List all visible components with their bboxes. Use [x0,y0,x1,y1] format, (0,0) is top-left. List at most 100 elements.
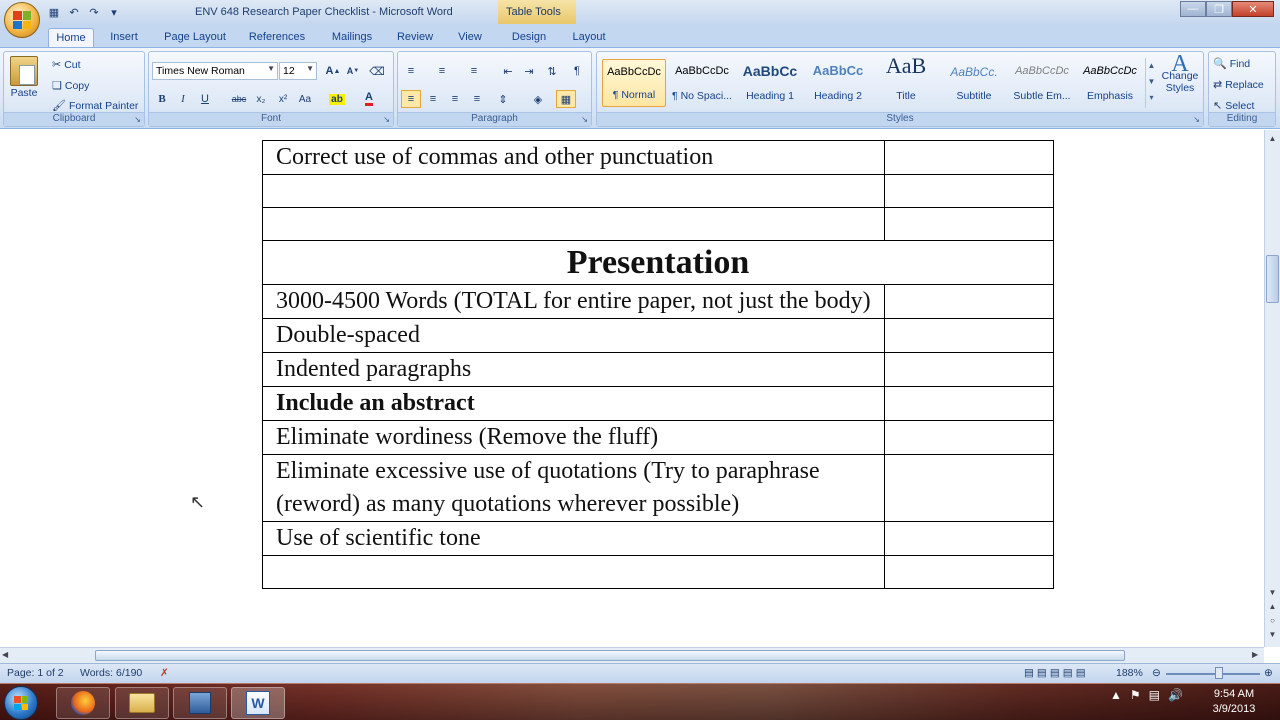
taskbar-explorer[interactable] [115,687,169,719]
web-layout-icon[interactable]: ▤ [1050,667,1060,679]
font-size-combo[interactable]: 12 ▼ [279,62,317,80]
checklist-check-cell[interactable] [884,318,1054,353]
replace-button[interactable]: ⇄ Replace [1213,78,1264,92]
scroll-right-icon[interactable]: ▶ [1252,650,1258,659]
tab-mailings[interactable]: Mailings [325,28,379,48]
zoom-slider-thumb[interactable] [1215,667,1223,679]
tab-references[interactable]: References [245,28,309,48]
checklist-item-text[interactable]: Include an abstract [262,386,885,421]
checklist-item-text[interactable] [262,174,885,208]
checklist-item-text[interactable]: Use of scientific tone [262,521,885,556]
tab-design[interactable]: Design [505,28,553,48]
taskbar-firefox[interactable] [56,687,110,719]
checklist-item-text[interactable]: Double-spaced [262,318,885,353]
justify-icon[interactable]: ≡ [467,90,487,108]
checklist-check-cell[interactable] [884,555,1054,589]
copy-button[interactable]: ❏ Copy [52,79,89,93]
align-center-icon[interactable]: ≡ [423,90,443,108]
superscript-button[interactable]: x² [273,90,293,108]
tab-layout[interactable]: Layout [566,28,612,48]
customize-icon[interactable]: ▾ [106,4,122,20]
action-center-flag-icon[interactable]: ⚑ [1130,688,1141,702]
checklist-item-text[interactable]: Indented paragraphs [262,352,885,387]
checklist-check-cell[interactable] [884,207,1054,241]
checklist-check-cell[interactable] [884,284,1054,319]
redo-icon[interactable]: ↷ [86,4,102,20]
previous-page-icon[interactable]: ▲ [1266,600,1279,613]
grow-font-button[interactable]: A ▲ [323,62,343,80]
dialog-launcher-icon[interactable]: ↘ [581,115,588,124]
save-icon[interactable]: ▦ [46,4,62,20]
bullets-icon[interactable]: ≡ [401,62,421,80]
strikethrough-button[interactable]: abc [229,90,249,108]
undo-icon[interactable]: ↶ [66,4,82,20]
style-heading-2[interactable]: AaBbCc Heading 2 [806,59,870,107]
proofing-icon[interactable]: ✗ [160,667,169,679]
document-area[interactable]: Correct use of commas and other punctuat… [0,130,1264,647]
style-title[interactable]: AaB Title [874,53,938,107]
align-right-icon[interactable]: ≡ [445,90,465,108]
numbering-icon[interactable]: ≡ [432,62,452,80]
style-subtle-emphasis[interactable]: AaBbCcDc Subtle Em... [1010,59,1074,107]
find-button[interactable]: 🔍 Find [1213,57,1250,71]
font-color-button[interactable]: A [359,90,379,108]
checklist-check-cell[interactable] [884,386,1054,421]
underline-button[interactable]: U [195,90,215,108]
increase-indent-icon[interactable]: ⇥ [519,62,539,80]
dialog-launcher-icon[interactable]: ↘ [383,115,390,124]
tab-insert[interactable]: Insert [102,28,146,48]
tab-home[interactable]: Home [48,28,94,48]
cut-button[interactable]: ✂ Cut [52,58,81,72]
minimize-icon[interactable]: — [1180,1,1206,17]
word-count[interactable]: Words: 6/190 [80,667,142,679]
show-hidden-icons-icon[interactable]: ▲ [1110,688,1122,702]
sort-icon[interactable]: ⇅ [542,62,562,80]
checklist-check-cell[interactable] [884,352,1054,387]
horizontal-scrollbar[interactable]: ◀ ▶ [0,647,1264,663]
styles-scroll[interactable]: ▲ ▼ ▾ [1145,58,1157,108]
zoom-in-icon[interactable]: ⊕ [1264,667,1273,679]
checklist-item-text[interactable] [262,207,885,241]
italic-button[interactable]: I [173,90,193,108]
style-normal[interactable]: AaBbCcDc ¶ Normal [602,59,666,107]
dialog-launcher-icon[interactable]: ↘ [1193,115,1200,124]
shading-icon[interactable]: ◈ [528,90,548,108]
checklist-item-text[interactable]: Eliminate excessive use of quotations (T… [262,454,885,522]
zoom-slider[interactable] [1166,673,1260,675]
checklist-table[interactable]: Correct use of commas and other punctuat… [262,140,1054,589]
clear-formatting-icon[interactable]: ⌫ [367,62,387,80]
multilevel-list-icon[interactable]: ≡ [464,62,484,80]
volume-icon[interactable]: 🔊 [1168,688,1183,702]
checklist-item-text[interactable]: 3000-4500 Words (TOTAL for entire paper,… [262,284,885,319]
dialog-launcher-icon[interactable]: ↘ [134,115,141,124]
select-browse-object-icon[interactable]: ○ [1266,614,1279,627]
taskbar-word[interactable]: W [231,687,285,719]
close-icon[interactable]: ✕ [1232,1,1274,17]
clock[interactable]: 9:54 AM 3/9/2013 [1204,687,1264,717]
start-button[interactable] [4,686,38,720]
highlight-button[interactable]: ab [327,90,347,108]
style-emphasis[interactable]: AaBbCcDc Emphasis [1078,59,1142,107]
change-case-button[interactable]: Aa [295,90,315,108]
taskbar-save-app[interactable] [173,687,227,719]
network-icon[interactable]: ▤ [1149,688,1160,702]
next-page-icon[interactable]: ▼ [1266,628,1279,641]
tab-view[interactable]: View [451,28,489,48]
select-button[interactable]: ↖ Select [1213,99,1254,113]
tab-page-layout[interactable]: Page Layout [160,28,230,48]
font-name-combo[interactable]: Times New Roman ▼ [152,62,278,80]
decrease-indent-icon[interactable]: ⇤ [498,62,518,80]
checklist-check-cell[interactable] [884,140,1054,175]
style-subtitle[interactable]: AaBbCc. Subtitle [942,59,1006,107]
show-formatting-marks-icon[interactable]: ¶ [567,62,587,80]
align-left-icon[interactable]: ≡ [401,90,421,108]
scroll-up-icon[interactable]: ▲ [1266,132,1279,145]
vertical-scrollbar[interactable]: ▲ ▼ ▲ ○ ▼ [1264,130,1280,647]
change-styles-button[interactable]: A Change Styles [1159,52,1201,94]
scroll-left-icon[interactable]: ◀ [2,650,8,659]
office-button[interactable] [4,2,40,38]
borders-icon[interactable]: ▦ [556,90,576,108]
checklist-check-cell[interactable] [884,521,1054,556]
print-layout-icon[interactable]: ▤ [1024,667,1034,679]
bold-button[interactable]: B [152,90,172,108]
